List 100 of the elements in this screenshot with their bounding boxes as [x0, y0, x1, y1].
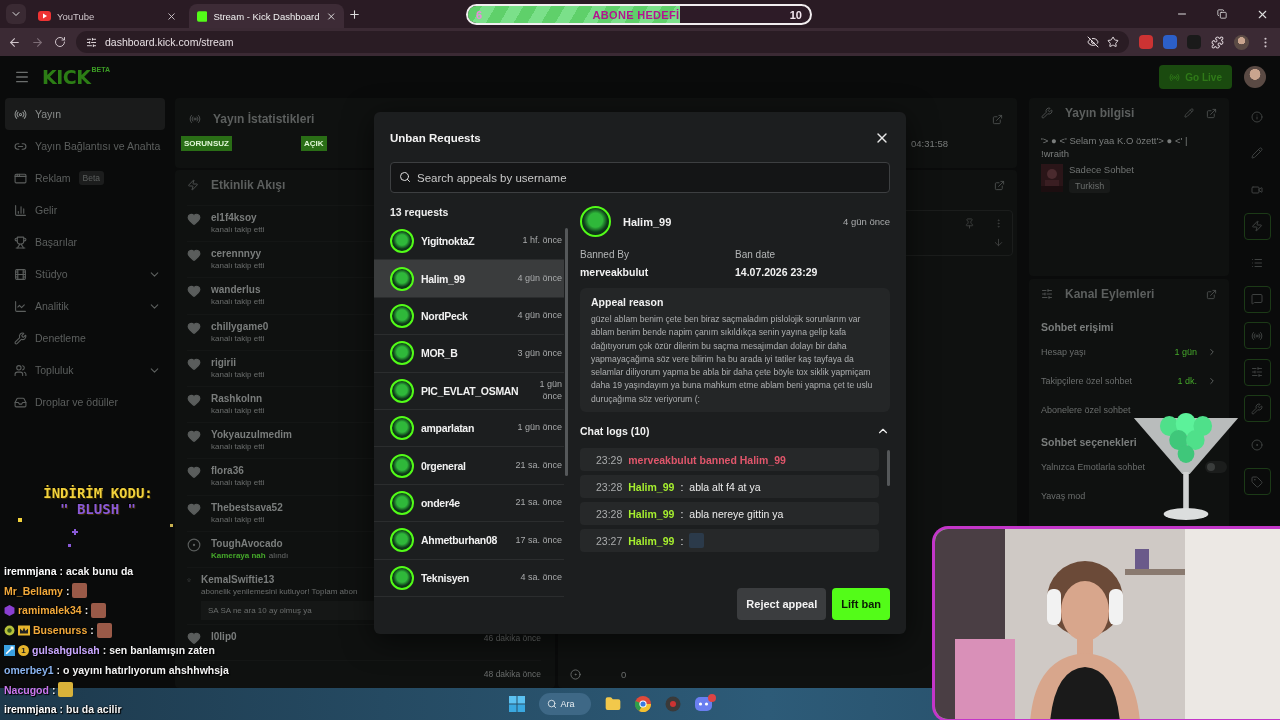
user-avatar: [390, 416, 414, 441]
popout-icon[interactable]: [992, 113, 1003, 125]
tag-button[interactable]: [1243, 468, 1271, 495]
wrench-icon: [1041, 107, 1053, 119]
request-item[interactable]: Halim_99 4 gün önce: [374, 260, 564, 298]
reject-appeal-button[interactable]: Reject appeal: [737, 588, 827, 620]
windows-start-icon[interactable]: [508, 696, 525, 712]
back-icon[interactable]: [8, 35, 21, 49]
extension-icon[interactable]: [1187, 35, 1201, 49]
request-item[interactable]: 0rgeneral 21 sa. önce: [374, 447, 564, 485]
extension-icon[interactable]: [1139, 35, 1153, 49]
broadcast-icon: [1169, 71, 1181, 83]
status-tag: SORUNSUZ: [181, 136, 232, 151]
sidebar-label: Yayın: [35, 108, 62, 120]
emote-icon: [58, 682, 74, 698]
event-username: rigirii: [211, 356, 236, 368]
request-item[interactable]: amparlatan 1 gün önce: [374, 409, 564, 448]
info-icon: [1251, 110, 1263, 123]
users-icon: [14, 363, 27, 377]
separator: :: [102, 644, 107, 657]
extension-icon[interactable]: [1163, 35, 1177, 49]
hexagon-badge-icon: [4, 605, 15, 616]
new-tab-icon[interactable]: [348, 7, 361, 21]
request-item[interactable]: onder4e 21 sa. önce: [374, 484, 564, 523]
request-time: 1 gün önce: [538, 379, 562, 403]
request-time: 4 gün önce: [517, 310, 562, 322]
video-icon: [1251, 183, 1263, 196]
request-item[interactable]: Teknisyen 4 sa. önce: [374, 559, 564, 597]
chat-message: o yayını hatırlıyorum ahshhwhsja: [63, 663, 229, 676]
setting-label: Yavaş mod: [1041, 490, 1087, 501]
setting-label: Abonelere özel sohbet: [1041, 404, 1132, 415]
broadcast-button[interactable]: [1243, 322, 1271, 349]
lift-ban-button[interactable]: Lift ban: [832, 588, 890, 620]
setting-label: Takipçilere özel sohbet: [1041, 375, 1134, 386]
heart-icon: [187, 429, 201, 444]
sliders-icon: [1251, 366, 1263, 378]
event-username: Yokyauzulmedim: [211, 429, 292, 441]
user-avatar: [390, 266, 414, 291]
user-avatar[interactable]: [1244, 66, 1266, 88]
event-username: Rashkolnn: [211, 392, 263, 404]
popout-icon[interactable]: [1206, 288, 1217, 300]
request-item[interactable]: Ahmetburhan08 17 sa. önce: [374, 522, 564, 560]
event-action: kanalı takip etti: [211, 442, 265, 452]
chat-username: gulsahgulsah: [32, 644, 100, 657]
sidebar-label: Gelir: [35, 204, 58, 216]
event-action: kanalı takip etti: [211, 297, 265, 307]
address-field[interactable]: dashboard.kick.com/stream: [76, 31, 1129, 53]
tray-icon: [14, 395, 27, 409]
wrench-button[interactable]: [1243, 395, 1271, 422]
popout-icon[interactable]: [994, 179, 1005, 191]
pencil-icon[interactable]: [1184, 108, 1194, 118]
setting-label: Hesap yaşı: [1041, 346, 1088, 357]
request-count: 13 requests: [390, 206, 450, 218]
heart-icon: [187, 501, 201, 516]
sidebar-item[interactable]: Yayın: [5, 98, 165, 130]
popout-icon[interactable]: [1206, 107, 1217, 119]
search-field[interactable]: Search appeals by username: [390, 162, 890, 193]
chat-button[interactable]: [1243, 285, 1271, 313]
extensions-icon[interactable]: [1211, 35, 1224, 49]
chat-username: iremmjana: [4, 703, 57, 716]
menu-icon[interactable]: [14, 69, 30, 85]
setting-value: 1 dk.: [1177, 375, 1197, 386]
tab-title: Stream - Kick Dashboard: [213, 10, 320, 22]
chevron-right-icon[interactable]: [1207, 375, 1217, 386]
panel-title: Yayın İstatistikleri: [213, 112, 315, 126]
star-icon[interactable]: [1107, 36, 1119, 48]
pin-icon[interactable]: [964, 218, 975, 229]
browser-tab[interactable]: Stream - Kick Dashboard: [189, 4, 344, 28]
request-time: 4 gün önce: [843, 216, 890, 227]
sidebar-label: Stüdyo: [35, 268, 68, 280]
close-icon[interactable]: [166, 10, 177, 22]
browser-icon[interactable]: [634, 696, 651, 712]
folder-icon[interactable]: [604, 696, 621, 712]
reload-icon[interactable]: [54, 36, 66, 48]
chevron-right-icon[interactable]: [1207, 346, 1217, 357]
username: YigitnoktaZ: [421, 235, 475, 248]
event-action: kanalı takip etti: [211, 405, 265, 415]
stream-title: '> ● <' Selam yaa K.O özett'> ● <' | !wraith: [1041, 134, 1189, 160]
panel-title: Etkinlik Akışı: [211, 178, 286, 192]
forward-icon[interactable]: [31, 35, 44, 49]
username: PIC_EVLAT_OSMAN: [421, 384, 519, 397]
taskbar-search[interactable]: Ara: [538, 693, 591, 715]
toggle-switch[interactable]: [1205, 460, 1227, 473]
square-icon: [197, 10, 208, 22]
request-item[interactable]: MOR_B 3 gün önce: [374, 335, 564, 373]
lightning-button[interactable]: [1243, 212, 1271, 240]
username: MOR_B: [421, 347, 458, 360]
browser-tab[interactable]: YouTube: [30, 4, 185, 28]
profile-avatar[interactable]: [1234, 34, 1249, 50]
sliders-button[interactable]: [1243, 358, 1271, 386]
request-item[interactable]: PIC_EVLAT_OSMAN 1 gün önce: [374, 372, 564, 410]
request-item[interactable]: NordPeck 4 gün önce: [374, 297, 564, 336]
tab-list-button[interactable]: [6, 4, 26, 24]
separator: :: [680, 480, 684, 493]
sliders-icon[interactable]: [86, 36, 97, 48]
app-icon[interactable]: [664, 696, 681, 712]
close-icon[interactable]: [325, 10, 336, 22]
restore-icon[interactable]: [1217, 9, 1227, 19]
arrow-down-icon[interactable]: [993, 237, 1004, 248]
eye-off-icon[interactable]: [1087, 36, 1099, 48]
